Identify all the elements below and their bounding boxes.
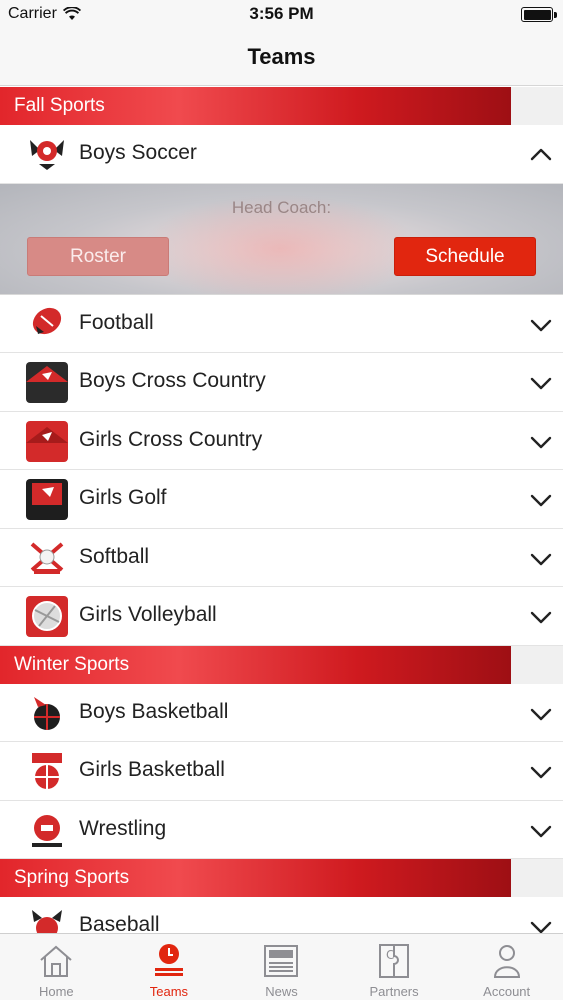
tab-home[interactable]: Home — [0, 934, 113, 1000]
tab-label: Teams — [149, 984, 189, 999]
team-row-girls-volleyball[interactable]: Girls Volleyball — [0, 587, 563, 646]
chevron-down-icon[interactable] — [530, 761, 552, 783]
teams-icon — [149, 942, 189, 980]
section-label: Spring Sports — [14, 867, 130, 888]
navigation-bar: Teams — [0, 30, 563, 86]
softball-logo-icon — [26, 537, 68, 579]
team-name: Softball — [79, 544, 150, 568]
partners-icon: C — [374, 942, 414, 980]
team-name: Baseball — [79, 913, 160, 933]
girls-golf-logo-icon — [26, 479, 68, 520]
tab-account[interactable]: Account — [450, 934, 563, 1000]
team-row-softball[interactable]: Softball — [0, 528, 563, 587]
girls-basketball-logo-icon — [26, 751, 68, 792]
chevron-down-icon[interactable] — [530, 548, 552, 570]
chevron-down-icon[interactable] — [530, 489, 552, 511]
team-detail-panel: Head Coach: Roster Schedule — [0, 183, 563, 295]
chevron-down-icon[interactable] — [530, 820, 552, 842]
team-name: Boys Basketball — [79, 699, 229, 723]
head-coach-label: Head Coach: — [231, 197, 332, 217]
svg-text:C: C — [386, 948, 394, 962]
chevron-down-icon[interactable] — [530, 606, 552, 628]
chevron-down-icon[interactable] — [530, 314, 552, 336]
section-header-spring-sports: Spring Sports — [0, 859, 563, 897]
boys-cross-country-logo-icon — [26, 362, 68, 403]
football-logo-icon — [26, 303, 68, 345]
chevron-down-icon[interactable] — [530, 916, 552, 933]
team-row-girls-basketball[interactable]: Girls Basketball — [0, 742, 563, 801]
status-time: 3:56 PM — [249, 4, 314, 23]
team-name: Boys Soccer — [79, 141, 197, 164]
team-name: Girls Golf — [79, 486, 167, 509]
roster-button[interactable]: Roster — [27, 236, 169, 276]
tab-partners[interactable]: C Partners — [338, 934, 451, 1000]
girls-volleyball-logo-icon — [26, 596, 68, 637]
team-name: Girls Basketball — [79, 758, 225, 781]
boys-soccer-logo-icon — [26, 134, 68, 175]
battery-icon — [521, 7, 557, 22]
section-label: Fall Sports — [14, 95, 105, 116]
account-icon — [487, 942, 527, 980]
team-row-boys-soccer[interactable]: Boys Soccer — [0, 125, 563, 184]
section-label: Winter Sports — [14, 653, 130, 675]
chevron-down-icon[interactable] — [530, 431, 552, 453]
teams-list[interactable]: Fall Sports Boys Soccer Head Coach: Roster S… — [0, 87, 563, 933]
team-row-girls-cross-country[interactable]: Girls Cross Country — [0, 411, 563, 470]
team-row-boys-basketball[interactable]: Boys Basketball — [0, 683, 563, 742]
news-icon — [261, 942, 301, 980]
tab-label: Account — [483, 984, 531, 999]
chevron-down-icon[interactable] — [530, 372, 552, 394]
tab-label: News — [265, 984, 298, 999]
chevron-up-icon[interactable] — [530, 144, 552, 166]
tab-bar: Home Teams News C Partners Account — [0, 933, 563, 1000]
team-name: Girls Cross Country — [79, 427, 263, 451]
team-name: Girls Volleyball — [79, 603, 217, 626]
team-name: Boys Cross Country — [79, 369, 266, 392]
section-header-fall-sports: Fall Sports — [0, 87, 563, 125]
chevron-down-icon[interactable] — [530, 703, 552, 725]
schedule-button[interactable]: Schedule — [394, 236, 536, 276]
status-bar: Carrier 3:56 PM — [0, 0, 563, 30]
tab-news[interactable]: News — [225, 934, 338, 1000]
team-name: Football — [79, 310, 154, 334]
page-title: Teams — [247, 44, 316, 69]
tab-teams[interactable]: Teams — [113, 934, 226, 1000]
team-name: Wrestling — [79, 816, 167, 840]
team-row-girls-golf[interactable]: Girls Golf — [0, 470, 563, 529]
baseball-logo-icon — [26, 906, 68, 933]
boys-basketball-logo-icon — [26, 692, 68, 734]
team-row-football[interactable]: Football — [0, 294, 563, 353]
tab-label: Partners — [369, 984, 419, 999]
team-row-wrestling[interactable]: Wrestling — [0, 800, 563, 859]
team-row-boys-cross-country[interactable]: Boys Cross Country — [0, 353, 563, 412]
team-row-baseball[interactable]: Baseball — [0, 897, 563, 933]
tab-label: Home — [38, 984, 74, 999]
wrestling-logo-icon — [26, 809, 68, 851]
home-icon — [36, 942, 76, 980]
girls-cross-country-logo-icon — [26, 420, 68, 462]
section-header-winter-sports: Winter Sports — [0, 645, 563, 684]
